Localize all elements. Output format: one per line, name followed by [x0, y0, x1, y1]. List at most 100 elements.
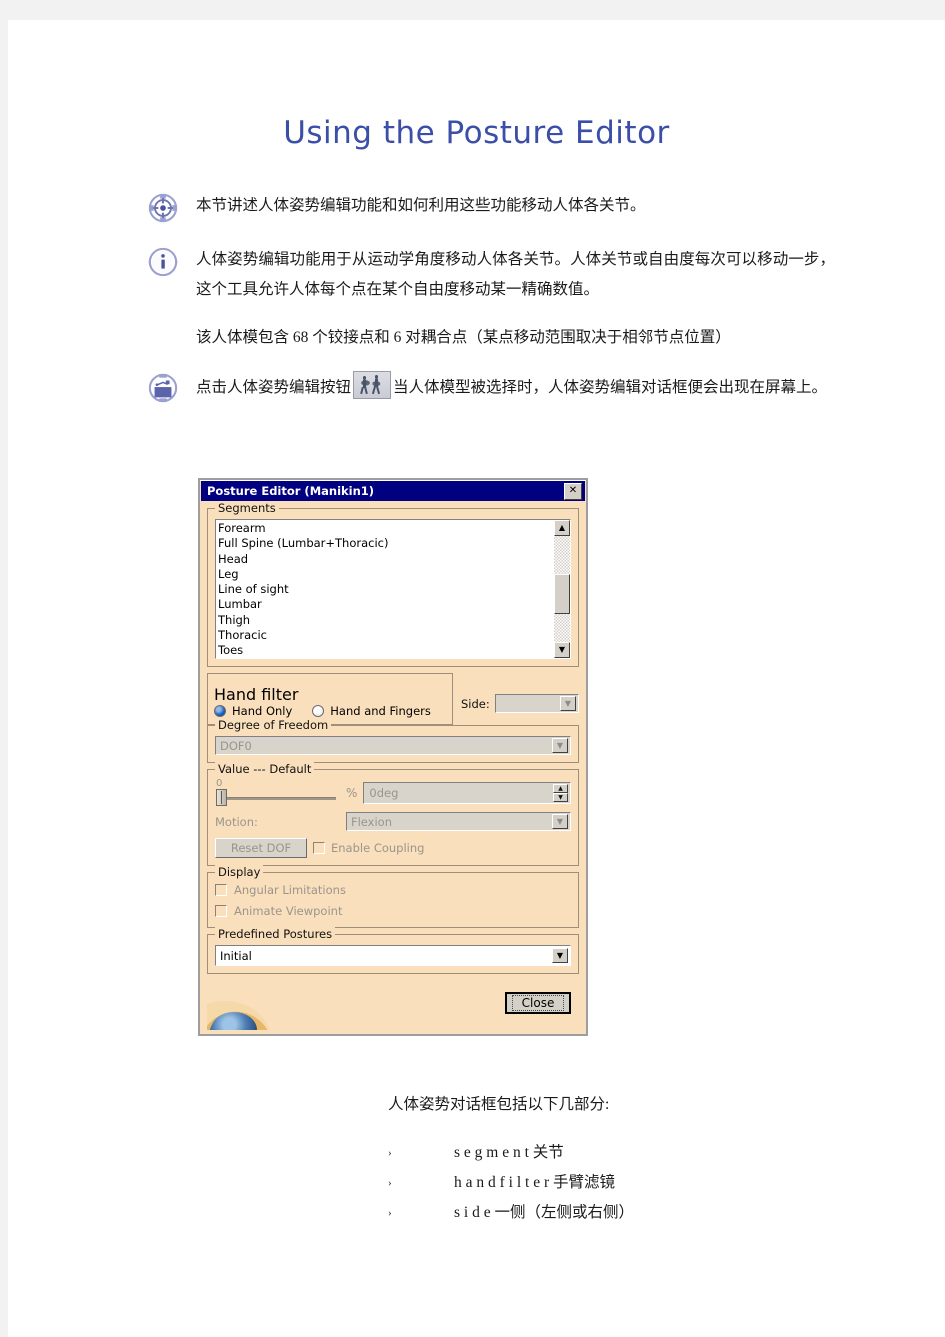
degree-of-freedom-group: Degree of Freedom DOF0 ▼: [207, 718, 579, 763]
chevron-down-icon[interactable]: ▼: [560, 696, 576, 711]
value-slider[interactable]: 0: [215, 778, 340, 806]
page-title: Using the Posture Editor: [283, 115, 670, 151]
reset-coupling-row: Reset DOF Enable Coupling: [215, 838, 571, 858]
tail-intro: 人体姿势对话框包括以下几部分:: [388, 1096, 610, 1113]
gutter-icon-slot: [148, 245, 196, 277]
scroll-up-icon[interactable]: ▲: [554, 520, 570, 536]
dialog-titlebar[interactable]: Posture Editor (Manikin1) ✕: [201, 481, 585, 501]
gutter-icon-slot: [148, 191, 196, 223]
display-group-label: Display: [215, 865, 264, 879]
radio-hand-only-label: Hand Only: [232, 704, 293, 718]
display-group: Display Angular Limitations Animate View…: [207, 865, 579, 928]
close-icon[interactable]: ✕: [564, 482, 582, 500]
radio-hand-and-fingers-label: Hand and Fingers: [330, 704, 431, 718]
dialog-body: Segments Forearm Full Spine (Lumbar+Thor…: [200, 501, 586, 1034]
dof-group-label: Degree of Freedom: [215, 718, 332, 732]
radio-hand-and-fingers[interactable]: [312, 705, 325, 717]
spinner-down-icon[interactable]: ▼: [553, 793, 568, 802]
angular-limitations-label: Angular Limitations: [234, 883, 346, 897]
value-slider-row: 0 % 0deg ▲ ▼: [215, 778, 571, 806]
gutter-icon-slot: [148, 371, 196, 403]
globe-image: [207, 994, 279, 1030]
list-item[interactable]: Head: [218, 552, 553, 567]
side-field: Side: ▼: [461, 673, 579, 725]
list-item: › s i d e 一侧（左侧或右侧）: [388, 1198, 945, 1228]
spinner-up-icon[interactable]: ▲: [553, 784, 568, 793]
enable-coupling-label: Enable Coupling: [331, 841, 425, 855]
paragraph-block-step: 点击人体姿势编辑按钮 当人体模型被选择时，人体姿势编辑对话框便会出现在屏幕上。: [148, 371, 835, 403]
list-item[interactable]: Thigh: [218, 613, 553, 628]
document-page: Using the Posture Editor 本节讲述人体姿势编辑功能和如何…: [8, 20, 945, 1337]
scroll-down-icon[interactable]: ▼: [554, 642, 570, 658]
paragraph-text-1: 本节讲述人体姿势编辑功能和如何利用这些功能移动人体各关节。: [196, 197, 646, 214]
list-item[interactable]: Lumbar: [218, 597, 553, 612]
list-item[interactable]: Leg: [218, 567, 553, 582]
motion-label: Motion:: [215, 814, 258, 829]
chevron-down-icon[interactable]: ▼: [552, 814, 568, 829]
list-item[interactable]: Line of sight: [218, 582, 553, 597]
scrollbar-thumb[interactable]: [554, 574, 570, 615]
angular-limitations-checkbox[interactable]: [215, 884, 227, 896]
value-group-label: Value --- Default: [215, 762, 315, 776]
reset-dof-button[interactable]: Reset DOF: [215, 838, 307, 858]
chevron-down-icon[interactable]: ▼: [552, 948, 568, 963]
bullet-text: s i d e 一侧（左侧或右侧）: [454, 1204, 634, 1221]
list-item[interactable]: Forearm: [218, 521, 553, 536]
segments-listbox[interactable]: Forearm Full Spine (Lumbar+Thoracic) Hea…: [215, 519, 571, 659]
percent-label: %: [346, 786, 358, 800]
bullet-marker: ›: [388, 1147, 392, 1159]
tail-section: 人体姿势对话框包括以下几部分: › s e g m e n t 关节 › h a…: [198, 1092, 945, 1228]
slider-handle[interactable]: [216, 789, 227, 806]
list-item[interactable]: Thoracic: [218, 628, 553, 643]
hand-filter-options: Hand Only Hand and Fingers: [214, 704, 446, 718]
slider-track[interactable]: [219, 797, 336, 800]
predefined-group-label: Predefined Postures: [215, 927, 336, 941]
dialog-inner: Posture Editor (Manikin1) ✕ Segments For…: [200, 481, 586, 1034]
close-button[interactable]: Close: [505, 992, 571, 1014]
angular-limitations-field[interactable]: Angular Limitations: [215, 883, 571, 897]
dialog-title: Posture Editor (Manikin1): [207, 484, 375, 498]
dof-dropdown[interactable]: DOF0 ▼: [215, 736, 571, 755]
segments-list-items[interactable]: Forearm Full Spine (Lumbar+Thoracic) Hea…: [216, 520, 553, 658]
list-item[interactable]: Full Spine (Lumbar+Thoracic): [218, 536, 553, 551]
list-item: › s e g m e n t 关节: [388, 1138, 945, 1168]
dof-value: DOF0: [220, 738, 252, 753]
spinner-arrows[interactable]: ▲ ▼: [553, 784, 568, 802]
paragraph-text-step: 点击人体姿势编辑按钮 当人体模型被选择时，人体姿势编辑对话框便会出现在屏幕上。: [196, 371, 835, 403]
animate-viewpoint-field[interactable]: Animate Viewpoint: [215, 904, 571, 918]
side-label: Side:: [461, 696, 490, 711]
paragraph-block-2: 人体姿势编辑功能用于从运动学角度移动人体各关节。人体关节或自由度每次可以移动一步…: [148, 245, 835, 305]
side-dropdown[interactable]: ▼: [494, 694, 579, 713]
gutter-empty: [148, 323, 196, 325]
paragraph-block-1: 本节讲述人体姿势编辑功能和如何利用这些功能移动人体各关节。: [148, 191, 835, 223]
target-icon: [148, 193, 178, 223]
segments-group: Segments Forearm Full Spine (Lumbar+Thor…: [207, 501, 579, 667]
motion-dropdown[interactable]: Flexion ▼: [346, 812, 571, 831]
info-icon: [148, 247, 178, 277]
segments-scrollbar[interactable]: ▲ ▼: [553, 520, 570, 658]
bullet-text: h a n d f i l t e r 手臂滤镜: [454, 1174, 616, 1191]
predefined-postures-value: Initial: [220, 948, 252, 963]
predefined-postures-dropdown[interactable]: Initial ▼: [215, 945, 571, 966]
enable-coupling-checkbox[interactable]: [313, 842, 325, 854]
value-group: Value --- Default 0 % 0deg ▲ ▼ Motion: F…: [207, 762, 579, 866]
value-spinner-text[interactable]: 0deg: [364, 786, 553, 800]
radio-hand-only[interactable]: [214, 705, 226, 717]
manikin-button-icon: [353, 371, 392, 399]
list-item: › h a n d f i l t e r 手臂滤镜: [388, 1168, 945, 1198]
predefined-postures-group: Predefined Postures Initial ▼: [207, 927, 579, 974]
paragraph-text-3: 该人体模包含 68 个铰接点和 6 对耦合点（某点移动范围取决于相邻节点位置）: [196, 329, 731, 346]
close-button-label: Close: [511, 995, 565, 1011]
animate-viewpoint-checkbox[interactable]: [215, 905, 227, 917]
chevron-down-icon[interactable]: ▼: [552, 738, 568, 753]
hand-filter-group-label: Hand filter: [214, 685, 299, 704]
bullet-marker: ›: [388, 1207, 392, 1219]
paragraph-block-3: 该人体模包含 68 个铰接点和 6 对耦合点（某点移动范围取决于相邻节点位置）: [148, 323, 835, 353]
motion-row: Motion: Flexion ▼: [215, 812, 571, 831]
list-item[interactable]: Toes: [218, 643, 553, 658]
scrollbar-track[interactable]: [554, 536, 570, 642]
step-text-after: 当人体模型被选择时，人体姿势编辑对话框便会出现在屏幕上。: [393, 379, 828, 396]
enable-coupling-field[interactable]: Enable Coupling: [313, 841, 424, 855]
animate-viewpoint-label: Animate Viewpoint: [234, 904, 343, 918]
value-spinner[interactable]: 0deg ▲ ▼: [363, 782, 571, 804]
